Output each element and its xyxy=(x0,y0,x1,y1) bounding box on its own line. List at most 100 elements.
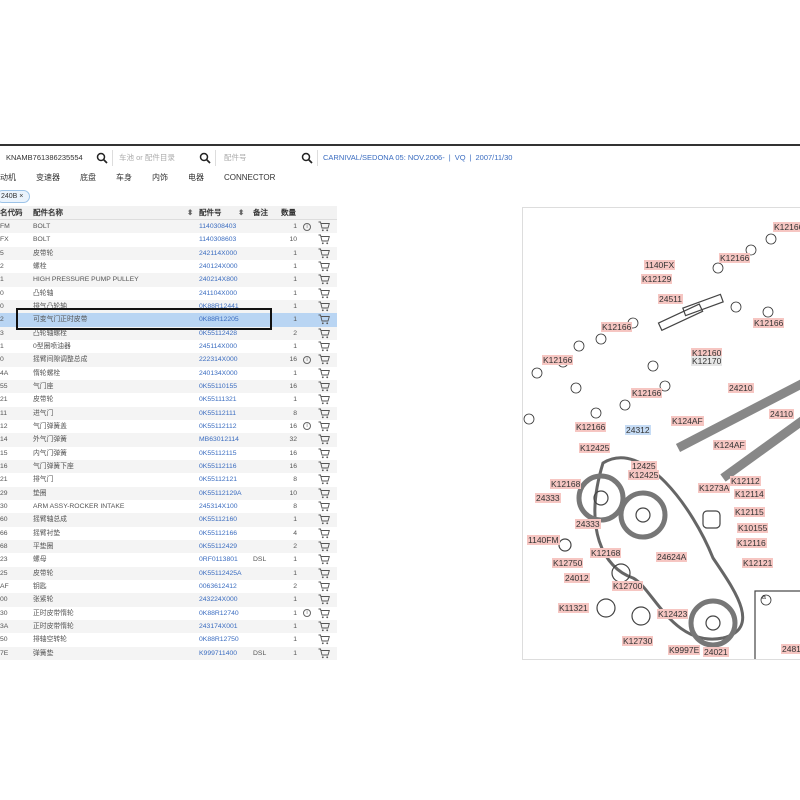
part-number-link[interactable]: 245314X100 xyxy=(199,500,238,513)
callout-label[interactable]: K12166 xyxy=(773,222,800,232)
table-row[interactable]: 00 张紧轮 243224X000 1 xyxy=(0,593,337,607)
callout-label[interactable]: K12166 xyxy=(719,253,751,263)
cart-icon[interactable] xyxy=(318,368,330,379)
callout-label[interactable]: K10155 xyxy=(737,523,769,533)
search-icon[interactable] xyxy=(301,152,313,164)
cart-icon[interactable] xyxy=(318,314,330,325)
nav-interior[interactable]: 内饰 xyxy=(152,170,168,186)
part-number-link[interactable]: 243224X000 xyxy=(199,593,238,606)
nav-electrical[interactable]: 电器 xyxy=(188,170,204,186)
part-number-link[interactable]: 1140308403 xyxy=(199,220,236,233)
info-icon[interactable]: i xyxy=(303,422,311,431)
cart-icon[interactable] xyxy=(318,554,330,565)
part-number-link[interactable]: 240134X000 xyxy=(199,367,238,380)
search-icon[interactable] xyxy=(199,152,211,164)
cart-icon[interactable] xyxy=(318,528,330,539)
callout-label[interactable]: K12425 xyxy=(628,470,660,480)
cart-icon[interactable] xyxy=(318,568,330,579)
callout-label[interactable]: K12423 xyxy=(657,609,689,619)
nav-transmission[interactable]: 变速器 xyxy=(36,170,60,186)
part-number-link[interactable]: 0K55112116 xyxy=(199,460,237,473)
cart-icon[interactable] xyxy=(318,448,330,459)
callout-label[interactable]: K12166 xyxy=(631,388,663,398)
callout-label[interactable]: K12112 xyxy=(730,476,761,486)
parts-diagram[interactable]: K12166 1140FX K12129 24511 K12166 K12166… xyxy=(522,207,800,660)
info-icon[interactable]: i xyxy=(303,222,311,231)
cart-icon[interactable] xyxy=(318,234,330,245)
cart-icon[interactable] xyxy=(318,488,330,499)
table-row[interactable]: 55 气门座 0K55110155 16 xyxy=(0,379,337,394)
table-row[interactable]: 66 摇臂衬垫 0K55112166 4 xyxy=(0,527,337,540)
cart-icon[interactable] xyxy=(318,461,330,472)
sort-icon[interactable]: ⬍ xyxy=(238,206,244,220)
cart-icon[interactable] xyxy=(318,408,330,419)
callout-label[interactable]: 24210 xyxy=(728,383,754,393)
cart-icon[interactable] xyxy=(318,248,330,259)
table-row[interactable]: 0 摇臂间隙调整总成 222314X000 16 i xyxy=(0,353,337,367)
callout-label[interactable]: K12166 xyxy=(542,355,574,365)
callout-label[interactable]: K124AF xyxy=(713,440,746,450)
part-number-link[interactable]: 0K88R12740 xyxy=(199,607,239,620)
part-number-link[interactable]: 241104X000 xyxy=(199,287,237,300)
part-number-link[interactable]: 0K55112115 xyxy=(199,447,237,460)
part-number-link[interactable]: 222314X000 xyxy=(199,353,238,366)
table-row[interactable]: 30 正时皮带惰轮 0K88R12740 1 i xyxy=(0,607,337,620)
callout-label[interactable]: K12166 xyxy=(753,318,785,328)
part-number-link[interactable]: 0K55112121 xyxy=(199,473,237,486)
cart-icon[interactable] xyxy=(318,274,330,285)
nav-connector[interactable]: CONNECTOR xyxy=(224,170,275,186)
cart-icon[interactable] xyxy=(318,541,330,552)
part-number-link[interactable]: K999711400 xyxy=(199,647,237,660)
callout-label[interactable]: 24810 xyxy=(781,644,800,654)
cart-icon[interactable] xyxy=(318,648,330,659)
cart-icon[interactable] xyxy=(318,514,330,525)
cart-icon[interactable] xyxy=(318,421,330,432)
sort-icon[interactable]: ⬍ xyxy=(187,206,193,220)
table-row[interactable]: 23 螺母 0RF0113801 DSL 1 xyxy=(0,553,337,566)
callout-label[interactable]: 24333 xyxy=(535,493,561,503)
callout-label[interactable]: K12730 xyxy=(622,636,654,646)
cart-icon[interactable] xyxy=(318,634,330,645)
table-row[interactable]: 21 排气门 0K55112121 8 xyxy=(0,473,337,486)
callout-label[interactable]: K124AF xyxy=(671,416,704,426)
part-number-link[interactable]: 0K55112429 xyxy=(199,540,237,553)
table-row[interactable]: 25 皮带轮 0K55112425A 1 xyxy=(0,566,337,580)
part-number-search-input[interactable]: 配件号 xyxy=(218,150,318,166)
part-number-link[interactable]: 243174X001 xyxy=(199,620,238,633)
callout-label[interactable]: K9997E xyxy=(668,645,701,655)
callout-label[interactable]: K12114 xyxy=(734,489,765,499)
callout-label[interactable]: K12116 xyxy=(736,538,767,548)
callout-label[interactable]: K12121 xyxy=(742,558,774,568)
info-icon[interactable]: i xyxy=(303,609,311,618)
cart-icon[interactable] xyxy=(318,341,330,352)
part-number-link[interactable]: 245114X000 xyxy=(199,340,237,353)
callout-label[interactable]: K12129 xyxy=(641,274,673,284)
part-name-search-input[interactable]: 车池 or 配件目录 xyxy=(113,150,216,166)
table-row[interactable]: 16 气门弹簧下座 0K55112116 16 xyxy=(0,459,337,474)
callout-label[interactable]: K12115 xyxy=(734,507,765,517)
callout-label[interactable]: 24624A xyxy=(656,552,688,562)
cart-icon[interactable] xyxy=(318,501,330,512)
part-number-link[interactable]: 0K88R12750 xyxy=(199,633,239,646)
callout-label[interactable]: K1273A xyxy=(698,483,731,493)
callout-label[interactable]: K12170 xyxy=(691,356,723,366)
callout-label[interactable]: 1140FM xyxy=(527,535,560,545)
part-number-link[interactable]: 0RF0113801 xyxy=(199,553,238,566)
table-row[interactable]: 2 螺栓 240124X000 1 xyxy=(0,260,337,273)
header-code[interactable]: 名代码 xyxy=(0,206,23,220)
cart-icon[interactable] xyxy=(318,474,330,485)
cart-icon[interactable] xyxy=(318,354,330,365)
header-name[interactable]: 配件名称 xyxy=(33,206,63,220)
table-row[interactable]: 30 ARM ASSY-ROCKER INTAKE 245314X100 8 xyxy=(0,500,337,513)
table-row[interactable]: 60 摇臂轴总成 0K55112160 1 xyxy=(0,513,337,527)
callout-label[interactable]: 24012 xyxy=(564,573,590,583)
table-row[interactable]: 14 外气门弹簧 MB63012114 32 xyxy=(0,433,337,447)
callout-label[interactable]: 24312 xyxy=(625,425,651,435)
cart-icon[interactable] xyxy=(318,581,330,592)
table-row[interactable]: FM BOLT 1140308403 1 i xyxy=(0,220,337,234)
cart-icon[interactable] xyxy=(318,594,330,605)
callout-label[interactable]: 24333 xyxy=(575,519,601,529)
header-part-number[interactable]: 配件号 xyxy=(199,206,222,220)
callout-label[interactable]: 24511 xyxy=(658,294,684,304)
cart-icon[interactable] xyxy=(318,434,330,445)
